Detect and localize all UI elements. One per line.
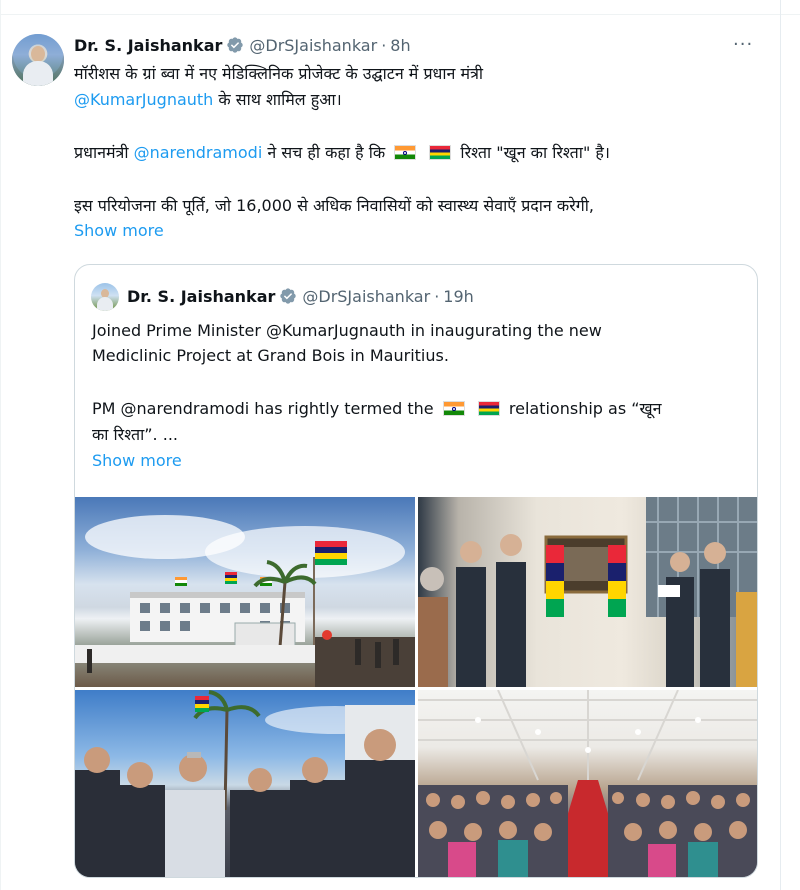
top-divider [0, 0, 800, 15]
photo-illustration [75, 690, 415, 877]
author-avatar[interactable] [12, 34, 64, 86]
photo-illustration [418, 690, 757, 877]
more-options-icon[interactable]: ··· [733, 34, 753, 55]
india-flag-icon [394, 145, 417, 160]
photo-building-with-flags[interactable] [75, 497, 415, 687]
author-name[interactable]: Dr. S. Jaishankar [74, 36, 222, 55]
mauritius-flag-icon [477, 401, 500, 416]
timestamp[interactable]: 8h [390, 36, 410, 55]
mention-link[interactable]: @KumarJugnauth [74, 90, 213, 109]
tweet-text-line-4: इस परियोजना की पूर्ति, जो 16,000 से अधिक… [74, 196, 594, 215]
mauritius-flag-icon [429, 145, 452, 160]
quoted-timestamp[interactable]: 19h [443, 287, 474, 306]
show-more-link[interactable]: Show more [74, 221, 164, 240]
author-handle[interactable]: @DrSJaishankar [249, 36, 377, 55]
tweet-text-fragment: रिश्ता "खून का रिश्ता" है। [455, 143, 610, 162]
tweet-text-fragment: प्रधानमंत्री [74, 143, 134, 162]
quoted-tweet-card[interactable]: Dr. S. Jaishankar @DrSJaishankar · 19h J… [74, 264, 758, 878]
verified-badge-icon [227, 37, 244, 53]
separator-dot: · [381, 35, 387, 55]
left-border [0, 0, 1, 890]
quoted-show-more-link[interactable]: Show more [92, 451, 182, 470]
quoted-tweet-header: Dr. S. Jaishankar @DrSJaishankar · 19h [127, 285, 474, 307]
quoted-text-fragment: relationship as “खून [503, 399, 662, 418]
quoted-text-line-3: PM @narendramodi has rightly termed the … [92, 397, 752, 421]
quoted-text-fragment: PM @narendramodi has rightly termed the [92, 399, 434, 418]
quoted-author-handle[interactable]: @DrSJaishankar [302, 287, 430, 306]
quoted-text-line-4: का रिश्ता”. ... [92, 425, 178, 444]
tweet-text-fragment: ने सच ही कहा है कि [262, 143, 386, 162]
tweet-text-line-3: प्रधानमंत्री @narendramodi ने सच ही कहा … [74, 141, 724, 165]
photo-dignitaries-greeting[interactable] [75, 690, 415, 877]
photo-illustration [418, 497, 757, 687]
photo-plaque-unveiling[interactable] [418, 497, 757, 687]
tweet-text-line-1: मॉरीशस के ग्रां ब्वा में नए मेडिक्लिनिक … [74, 64, 484, 83]
quoted-author-avatar[interactable] [91, 283, 119, 311]
separator-dot: · [434, 286, 440, 306]
quoted-author-name[interactable]: Dr. S. Jaishankar [127, 287, 275, 306]
photo-audience-tent[interactable] [418, 690, 757, 877]
right-border [780, 0, 781, 890]
india-flag-icon [442, 401, 465, 416]
photo-illustration [75, 515, 415, 687]
mention-link[interactable]: @narendramodi [134, 143, 263, 162]
tweet-text-line-2: @KumarJugnauth के साथ शामिल हुआ। [74, 88, 724, 112]
verified-badge-icon [280, 288, 297, 304]
quoted-text-line-2: Mediclinic Project at Grand Bois in Maur… [92, 346, 449, 365]
quoted-text-line-1: Joined Prime Minister @KumarJugnauth in … [92, 321, 602, 340]
tweet-text-fragment: के साथ शामिल हुआ। [213, 90, 342, 109]
tweet-header: Dr. S. Jaishankar @DrSJaishankar · 8h [74, 34, 411, 56]
